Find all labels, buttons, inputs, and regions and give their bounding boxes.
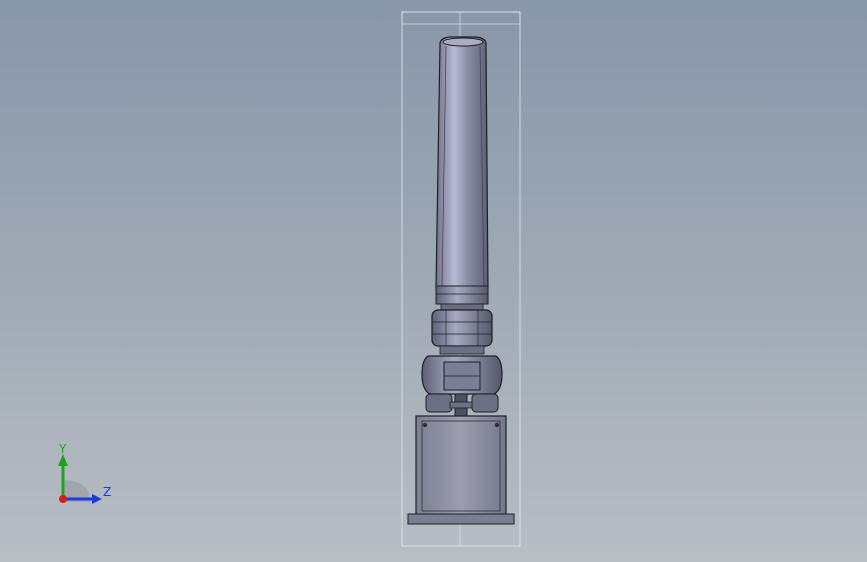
graphics-viewport[interactable]: Y Z bbox=[0, 0, 867, 562]
triad-z-label: Z bbox=[103, 485, 112, 499]
robot-model[interactable] bbox=[0, 0, 867, 562]
elbow-joint[interactable] bbox=[431, 309, 493, 355]
upper-arm[interactable] bbox=[435, 36, 489, 289]
robot-base[interactable] bbox=[407, 415, 515, 525]
triad-y-label: Y bbox=[59, 442, 67, 456]
arm-collar[interactable] bbox=[435, 285, 489, 311]
